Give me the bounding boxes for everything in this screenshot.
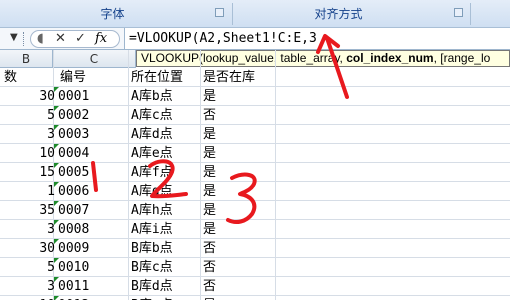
cell-location[interactable]: B库b点 — [131, 239, 173, 258]
tooltip-arg-col-index-num[interactable]: col_index_num — [346, 51, 433, 65]
cell-id[interactable]: 0004 — [58, 144, 89, 163]
ribbon-separator — [470, 3, 471, 25]
error-indicator-icon[interactable] — [54, 182, 59, 187]
cell-d-header[interactable]: 所在位置 — [131, 68, 183, 87]
cell-location[interactable]: A库f点 — [131, 163, 173, 182]
cell-id[interactable]: 0005 — [58, 163, 89, 182]
ribbon-group-font: 字体 — [100, 7, 125, 21]
cell-e-header[interactable]: 是否在库 — [203, 68, 255, 87]
cell-quantity[interactable]: 30 — [39, 87, 55, 106]
table-row: 3 0008 A库i点是 — [0, 220, 510, 239]
cell-quantity[interactable]: 35 — [39, 201, 55, 220]
cell-b-header[interactable]: 数 — [4, 68, 17, 87]
ribbon-group-alignment: 对齐方式 — [314, 7, 363, 21]
cell-id[interactable]: 0007 — [58, 201, 89, 220]
tooltip-function-name[interactable]: VLOOKUP( — [141, 51, 203, 65]
error-indicator-icon[interactable] — [54, 106, 59, 111]
formula-bar-grip[interactable] — [23, 32, 25, 46]
header-row: 数 编号 所在位置 是否在库 — [0, 68, 510, 87]
enter-icon[interactable]: ✓ — [75, 31, 86, 47]
tooltip-arg-table-array[interactable]: table_array, — [280, 51, 346, 65]
formula-bar-buttons: ◖ ✕ ✓ fx — [30, 30, 120, 48]
cell-id[interactable]: 0001 — [58, 87, 89, 106]
tooltip-arg-lookup-value[interactable]: lookup_value, — [203, 51, 280, 65]
error-indicator-icon[interactable] — [54, 258, 59, 263]
cell-in-stock[interactable]: 是 — [203, 220, 216, 239]
table-row: 3 0003 A库d点是 — [0, 125, 510, 144]
table-row: 30 0009 B库b点 否 — [0, 239, 510, 258]
cell-location[interactable]: A库b点 — [131, 87, 173, 106]
cell-in-stock[interactable]: 是 — [203, 182, 216, 201]
cell-in-stock[interactable]: 是 — [203, 87, 216, 106]
cell-in-stock[interactable]: 否 — [203, 239, 216, 258]
cancel-icon[interactable]: ✕ — [55, 31, 66, 47]
cell-id[interactable]: 0003 — [58, 125, 89, 144]
cell-in-stock[interactable]: 是 — [203, 125, 216, 144]
insert-function-icon[interactable]: fx — [95, 31, 107, 47]
column-header-c[interactable]: C — [53, 50, 136, 68]
cell-c-header[interactable]: 编号 — [60, 68, 86, 87]
cell-location[interactable]: B库e点 — [131, 296, 173, 300]
table-row: 3 0011 B库d点否 — [0, 277, 510, 296]
cell-location[interactable]: A库c点 — [131, 106, 173, 125]
cell-id[interactable]: 0012 — [58, 296, 89, 300]
ribbon-group-strip: 字体 对齐方式 — [0, 0, 510, 28]
alignment-dialog-launcher-icon[interactable] — [454, 8, 463, 17]
error-indicator-icon[interactable] — [54, 144, 59, 149]
formula-bar: ▼ ◖ ✕ ✓ fx =VLOOKUP(A2,Sheet1!C:E,3 — [0, 28, 510, 50]
cell-id[interactable]: 0002 — [58, 106, 89, 125]
formula-bar-scroll-icon[interactable]: ◖ — [37, 31, 44, 47]
cell-in-stock[interactable]: 是 — [203, 144, 216, 163]
cell-in-stock[interactable]: 是 — [203, 163, 216, 182]
formula-input[interactable]: =VLOOKUP(A2,Sheet1!C:E,3 — [124, 28, 510, 49]
table-row: 5 0002 A库c点否 — [0, 106, 510, 125]
table-row: 1 0006 A库g点是 — [0, 182, 510, 201]
cell-quantity[interactable]: 15 — [39, 163, 55, 182]
cell-location[interactable]: A库e点 — [131, 144, 173, 163]
cell-location[interactable]: A库d点 — [131, 125, 173, 144]
cell-location[interactable]: B库d点 — [131, 277, 173, 296]
cell-id[interactable]: 0008 — [58, 220, 89, 239]
table-row: 5 0010 B库c点否 — [0, 258, 510, 277]
cell-in-stock[interactable]: 是 — [203, 201, 216, 220]
cell-quantity[interactable]: 10 — [39, 296, 55, 300]
cell-quantity[interactable]: 10 — [39, 144, 55, 163]
cell-id[interactable]: 0009 — [58, 239, 89, 258]
column-header-b[interactable]: B — [0, 50, 53, 68]
cell-id[interactable]: 0010 — [58, 258, 89, 277]
name-box-dropdown-icon[interactable]: ▼ — [10, 32, 18, 43]
tooltip-arg-range-lookup[interactable]: , [range_lo — [434, 51, 491, 65]
cell-location[interactable]: B库c点 — [131, 258, 173, 277]
error-indicator-icon[interactable] — [54, 220, 59, 225]
cell-quantity[interactable]: 30 — [39, 239, 55, 258]
cell-id[interactable]: 0011 — [58, 277, 89, 296]
error-indicator-icon[interactable] — [54, 87, 59, 92]
table-row: 100012 B库e点 是 — [0, 296, 510, 300]
cell-in-stock[interactable]: 否 — [203, 258, 216, 277]
cell-id[interactable]: 0006 — [58, 182, 89, 201]
cell-in-stock[interactable]: 是 — [203, 296, 216, 300]
table-row: 15 0005 A库f点 是 — [0, 163, 510, 182]
cell-location[interactable]: A库i点 — [131, 220, 173, 239]
cell-location[interactable]: A库g点 — [131, 182, 173, 201]
worksheet-grid: 数 编号 所在位置 是否在库 30 0001 A库b点是 5 0002 A库c点否 3 000… — [0, 68, 510, 300]
cell-in-stock[interactable]: 否 — [203, 277, 216, 296]
function-tooltip: VLOOKUP(lookup_value, table_array, col_i… — [136, 50, 510, 67]
cell-location[interactable]: A库h点 — [131, 201, 173, 220]
error-indicator-icon[interactable] — [54, 296, 59, 300]
cell-in-stock[interactable]: 否 — [203, 106, 216, 125]
error-indicator-icon[interactable] — [54, 125, 59, 130]
error-indicator-icon[interactable] — [54, 163, 59, 168]
table-row: 30 0001 A库b点 是 — [0, 87, 510, 106]
font-dialog-launcher-icon[interactable] — [215, 8, 224, 17]
table-row: 35 0007 A库h点 是 — [0, 201, 510, 220]
error-indicator-icon[interactable] — [54, 277, 59, 282]
table-row: 10 0004 A库e点 是 — [0, 144, 510, 163]
error-indicator-icon[interactable] — [54, 239, 59, 244]
ribbon-separator — [232, 3, 233, 25]
error-indicator-icon[interactable] — [54, 201, 59, 206]
